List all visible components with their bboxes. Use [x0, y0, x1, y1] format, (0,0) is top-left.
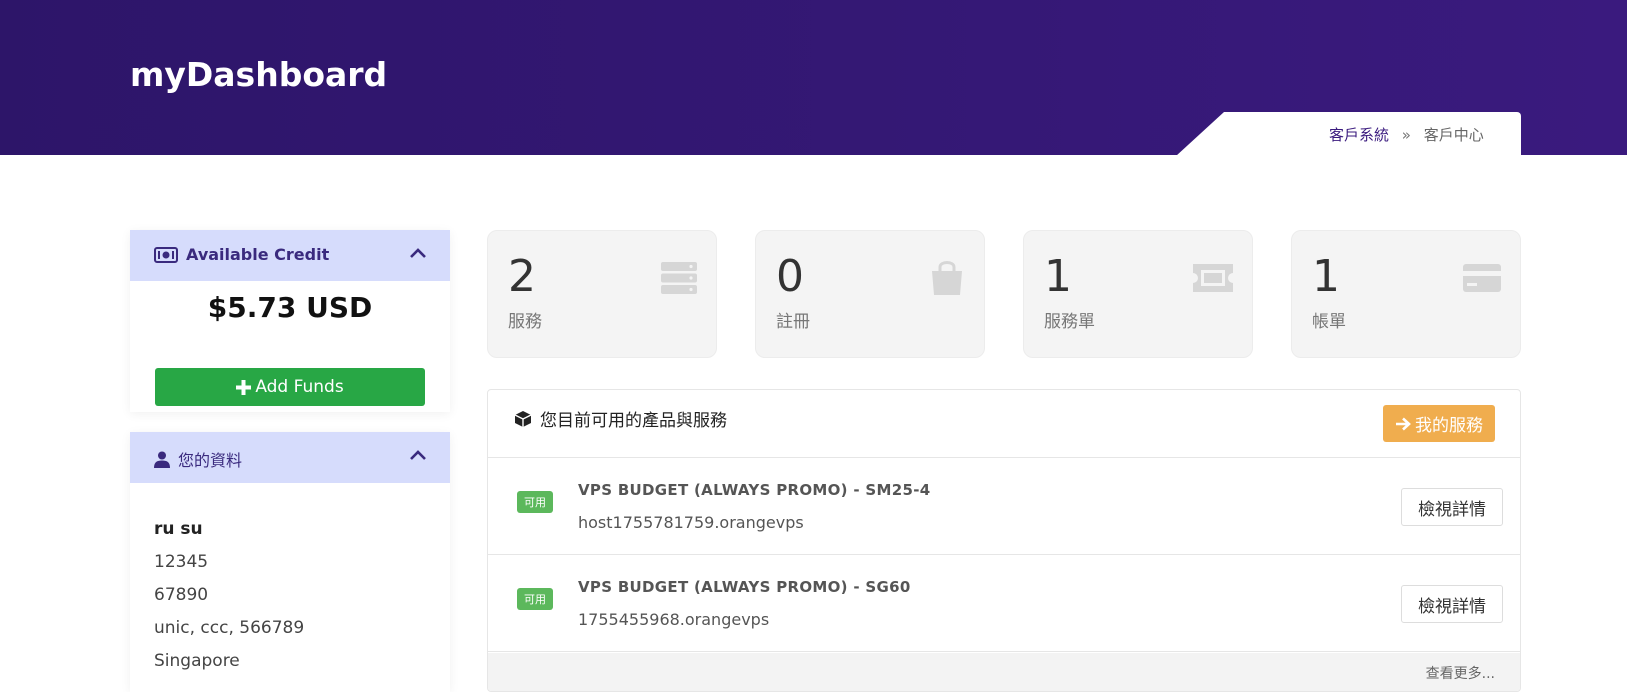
service-row[interactable]: 可用 VPS BUDGET (ALWAYS PROMO) - SM25-4 ho… [488, 458, 1520, 555]
chevron-up-icon[interactable] [408, 446, 428, 466]
breadcrumb: 客戶系統 » 客戶中心 [1176, 112, 1521, 156]
stat-label: 服務 [508, 312, 542, 332]
add-funds-label: Add Funds [255, 377, 344, 397]
stat-value: 2 [508, 251, 536, 302]
profile-line: 67890 [154, 585, 209, 605]
profile-name: ru su [154, 519, 203, 539]
stat-value: 0 [776, 251, 804, 302]
plus-icon [236, 379, 252, 395]
add-funds-button[interactable]: Add Funds [155, 368, 425, 406]
profile-details: ru su 12345 67890 unic, ccc, 566789 Sing… [130, 483, 450, 678]
services-footer: 查看更多... [488, 653, 1520, 691]
service-row[interactable]: 可用 VPS BUDGET (ALWAYS PROMO) - SG60 1755… [488, 555, 1520, 652]
stat-value: 1 [1044, 251, 1072, 302]
profile-line: 12345 [154, 552, 209, 572]
cube-icon [514, 410, 532, 427]
view-more-link[interactable]: 查看更多... [1426, 663, 1495, 683]
money-icon [154, 246, 178, 263]
stat-services[interactable]: 2 服務 [487, 230, 717, 358]
profile-line: Singapore [154, 651, 240, 671]
ticket-icon [1193, 264, 1233, 292]
user-icon [154, 451, 170, 468]
credit-panel: Available Credit $5.73 USD Add Funds [130, 230, 450, 412]
stat-label: 帳單 [1312, 312, 1346, 332]
stat-tickets[interactable]: 1 服務單 [1023, 230, 1253, 358]
breadcrumb-current: 客戶中心 [1423, 126, 1484, 144]
product-host: 1755455968.orangevps [578, 610, 770, 629]
stat-label: 服務單 [1044, 312, 1095, 332]
status-badge: 可用 [517, 588, 553, 610]
my-services-button[interactable]: 我的服務 [1383, 405, 1495, 442]
breadcrumb-separator: » [1401, 126, 1411, 144]
view-details-button[interactable]: 檢視詳情 [1401, 585, 1503, 623]
profile-line: unic, ccc, 566789 [154, 618, 305, 638]
stat-value: 1 [1312, 251, 1340, 302]
status-badge: 可用 [517, 491, 553, 513]
shopping-bag-icon [932, 261, 962, 295]
credit-panel-title: Available Credit [186, 245, 330, 264]
stat-label: 註冊 [776, 312, 810, 332]
credit-amount: $5.73 USD [207, 291, 373, 324]
my-services-label: 我的服務 [1415, 416, 1483, 436]
stat-domains[interactable]: 0 註冊 [755, 230, 985, 358]
profile-panel-title: 您的資料 [178, 451, 243, 470]
profile-panel-header[interactable]: 您的資料 [130, 432, 450, 483]
services-panel: 您目前可用的產品與服務 我的服務 可用 VPS BUDGET (ALWAYS P… [487, 389, 1521, 692]
services-header: 您目前可用的產品與服務 我的服務 [488, 390, 1520, 458]
page-header: myDashboard 客戶系統 » 客戶中心 [0, 0, 1627, 156]
credit-panel-header[interactable]: Available Credit [130, 230, 450, 281]
credit-card-icon [1463, 264, 1501, 292]
breadcrumb-link[interactable]: 客戶系統 [1329, 126, 1389, 144]
stat-invoices[interactable]: 1 帳單 [1291, 230, 1521, 358]
arrow-right-icon [1396, 417, 1411, 430]
product-name: VPS BUDGET (ALWAYS PROMO) - SM25-4 [578, 481, 931, 499]
chevron-up-icon[interactable] [408, 244, 428, 264]
profile-panel: 您的資料 ru su 12345 67890 unic, ccc, 566789… [130, 432, 450, 692]
view-details-button[interactable]: 檢視詳情 [1401, 488, 1503, 526]
product-host: host1755781759.orangevps [578, 513, 804, 532]
product-name: VPS BUDGET (ALWAYS PROMO) - SG60 [578, 578, 911, 596]
server-icon [661, 262, 697, 294]
services-title: 您目前可用的產品與服務 [540, 411, 727, 431]
page-title: myDashboard [130, 55, 388, 94]
